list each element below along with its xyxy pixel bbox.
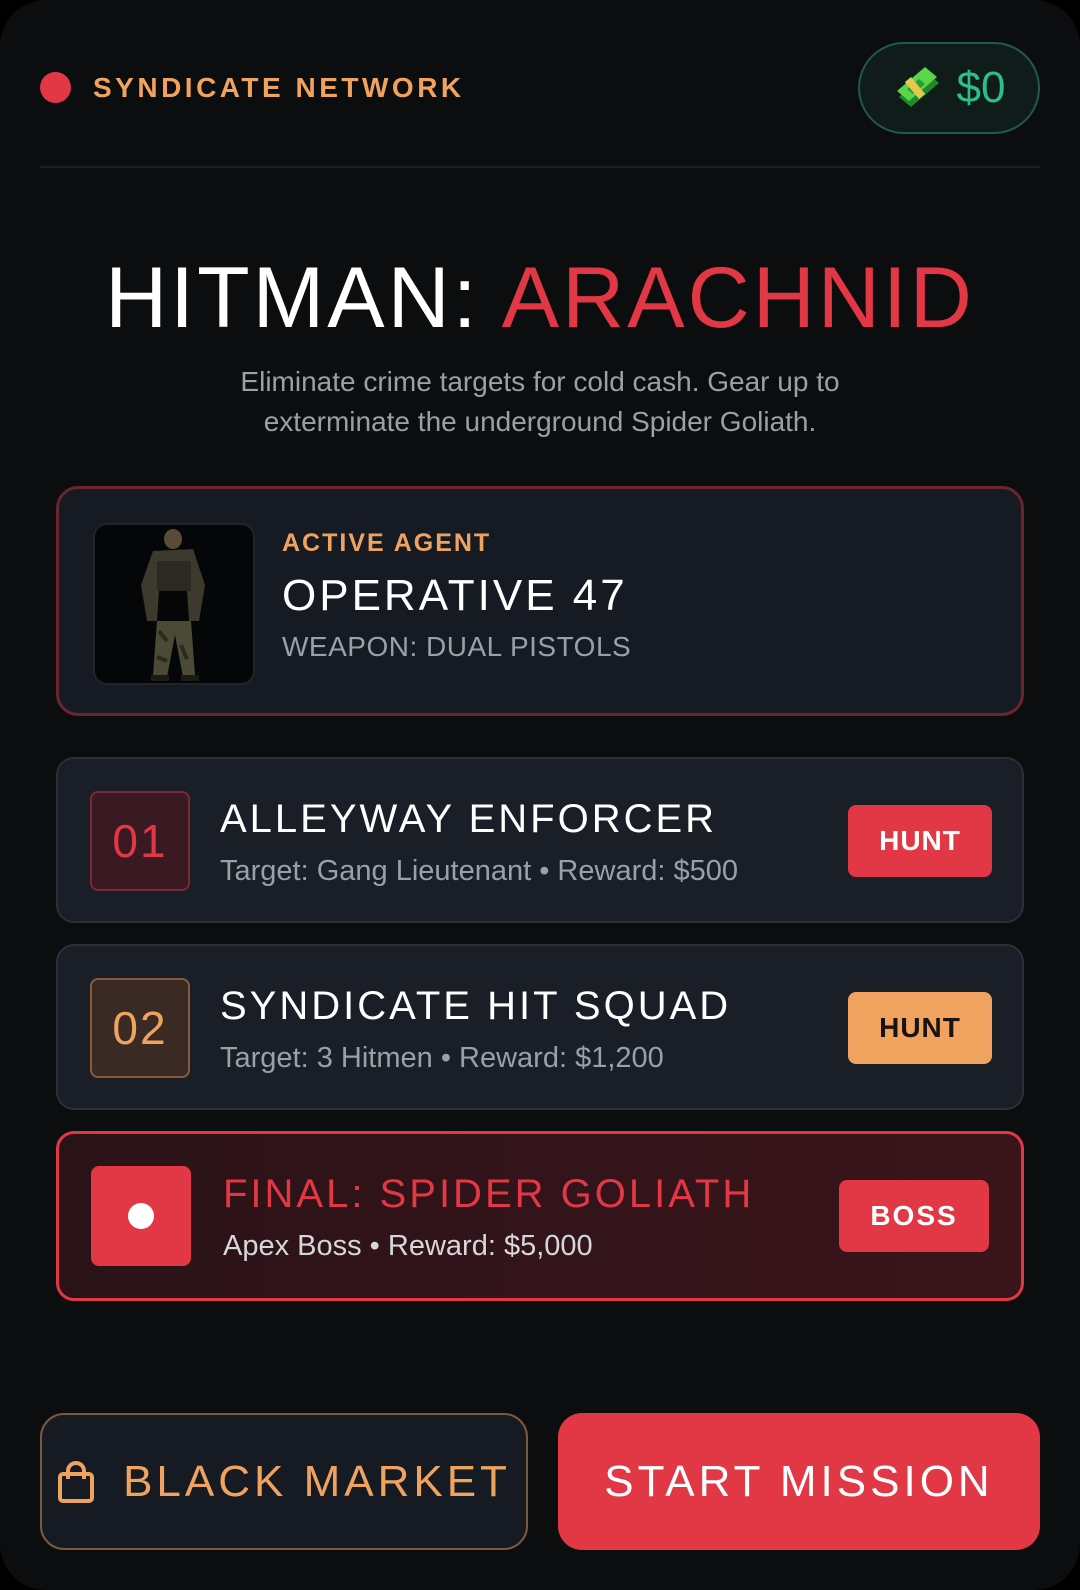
boss-button[interactable]: BOSS <box>839 1180 989 1252</box>
mission-card-01[interactable]: 01 ALLEYWAY ENFORCER Target: Gang Lieute… <box>56 757 1024 923</box>
boss-title: FINAL: SPIDER GOLIATH <box>223 1172 755 1216</box>
mission-details: Target: Gang Lieutenant • Reward: $500 <box>220 855 738 887</box>
brand: SYNDICATE NETWORK <box>40 72 465 104</box>
title-accent: ARACHNID <box>501 250 975 346</box>
boss-target-icon <box>91 1166 191 1266</box>
header: SYNDICATE NETWORK $0 <box>40 40 1040 135</box>
boss-mission-card[interactable]: FINAL: SPIDER GOLIATH Apex Boss • Reward… <box>56 1131 1024 1301</box>
black-market-button[interactable]: BLACK MARKET <box>40 1413 528 1550</box>
start-mission-button[interactable]: START MISSION <box>558 1413 1040 1550</box>
title-main: HITMAN: <box>105 250 502 346</box>
mission-title: ALLEYWAY ENFORCER <box>220 797 718 841</box>
hunt-button[interactable]: HUNT <box>848 805 992 877</box>
black-market-label: BLACK MARKET <box>123 1456 511 1506</box>
mission-number: 02 <box>90 978 190 1078</box>
header-divider <box>40 166 1040 168</box>
page-subtitle: Eliminate crime targets for cold cash. G… <box>240 366 840 437</box>
agent-name: OPERATIVE 47 <box>282 571 628 620</box>
mission-number: 01 <box>90 791 190 891</box>
mission-title: SYNDICATE HIT SQUAD <box>220 984 732 1028</box>
active-agent-card[interactable]: ACTIVE AGENT OPERATIVE 47 WEAPON: DUAL P… <box>56 486 1024 716</box>
hunt-button[interactable]: HUNT <box>848 992 992 1064</box>
boss-details: Apex Boss • Reward: $5,000 <box>223 1230 593 1262</box>
status-dot-icon <box>40 72 71 103</box>
brand-title: SYNDICATE NETWORK <box>93 71 465 103</box>
agent-weapon: WEAPON: DUAL PISTOLS <box>282 631 632 662</box>
mission-details: Target: 3 Hitmen • Reward: $1,200 <box>220 1042 664 1074</box>
cash-balance[interactable]: $0 <box>858 41 1040 134</box>
agent-portrait <box>93 523 255 685</box>
app-screen: SYNDICATE NETWORK $0 HITMAN: ARACHNID El… <box>0 0 1080 1590</box>
page-title: HITMAN: ARACHNID <box>0 255 1080 341</box>
mission-card-02[interactable]: 02 SYNDICATE HIT SQUAD Target: 3 Hitmen … <box>56 944 1024 1110</box>
shopping-bag-icon <box>58 1460 95 1503</box>
agent-figure-icon <box>141 529 205 681</box>
money-icon <box>896 66 939 107</box>
cash-amount: $0 <box>956 62 1006 112</box>
agent-label: ACTIVE AGENT <box>282 529 492 557</box>
